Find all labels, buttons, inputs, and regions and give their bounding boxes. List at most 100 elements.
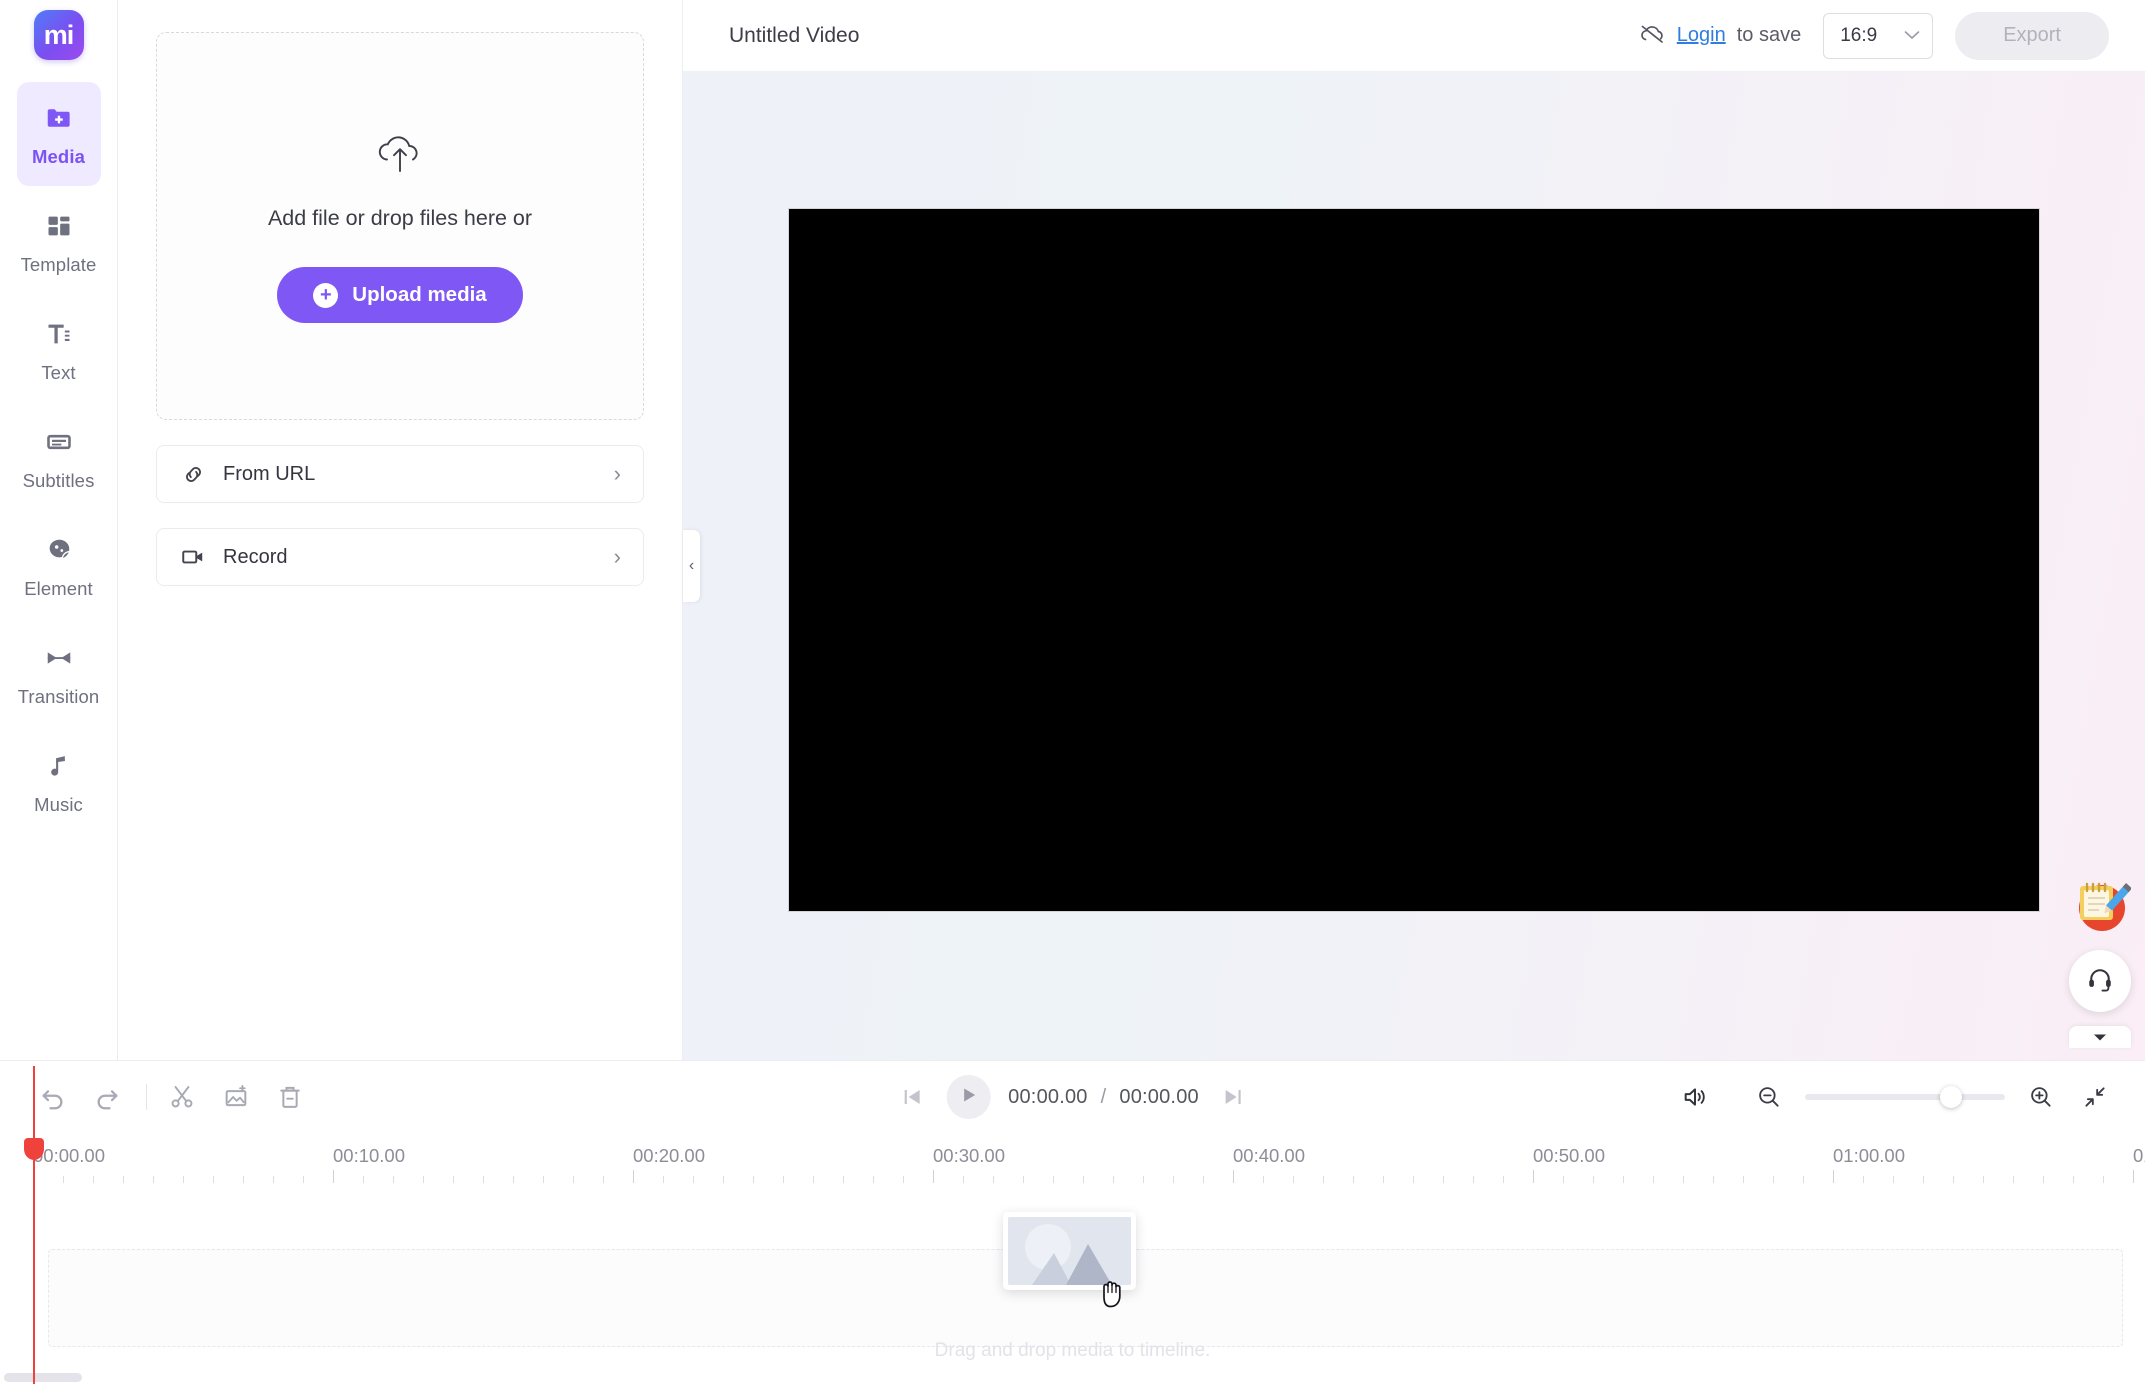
total-time: 00:00.00 [1119, 1085, 1199, 1108]
video-preview-canvas[interactable] [789, 209, 2039, 911]
ruler-tick [1233, 1170, 1234, 1183]
add-image-icon[interactable] [215, 1076, 257, 1118]
ruler-tick [1593, 1176, 1594, 1183]
current-time: 00:00.00 [1008, 1085, 1088, 1108]
from-url-row[interactable]: From URL › [156, 445, 644, 503]
ruler-tick [963, 1176, 964, 1183]
sidebar-item-template[interactable]: Template [17, 190, 101, 294]
ruler-label: 00:50.00 [1533, 1145, 1606, 1166]
project-title[interactable]: Untitled Video [729, 24, 859, 48]
ruler-tick [513, 1176, 514, 1183]
delete-trash-icon[interactable] [269, 1076, 311, 1118]
ruler-tick [1563, 1176, 1564, 1183]
ruler-tick [1173, 1176, 1174, 1183]
sidebar-item-subtitles[interactable]: Subtitles [17, 406, 101, 510]
time-separator: / [1100, 1085, 1107, 1108]
zoom-slider-handle[interactable] [1940, 1086, 1962, 1108]
upload-media-label: Upload media [352, 283, 487, 306]
sidebar-item-transition[interactable]: Transition [17, 622, 101, 726]
timeline-ruler[interactable]: 00:00.00 00:10.00 00:20.00 00:30.00 00:40.00… [0, 1133, 2145, 1191]
music-note-icon [42, 749, 76, 783]
aspect-ratio-select[interactable]: 16:9 [1823, 12, 1934, 59]
ruler-tick [1653, 1176, 1654, 1183]
sidebar-item-music[interactable]: Music [17, 730, 101, 834]
folder-plus-icon [42, 101, 76, 135]
record-row[interactable]: Record › [156, 528, 644, 586]
aspect-ratio-value: 16:9 [1840, 24, 1878, 46]
grab-hand-cursor [1097, 1275, 1127, 1316]
panel-collapse-handle[interactable]: ‹ [683, 530, 700, 602]
ruler-tick [2103, 1176, 2104, 1183]
ruler-tick [603, 1176, 604, 1183]
dropzone-text: Add file or drop files here or [267, 206, 533, 230]
ruler-tick [543, 1176, 544, 1183]
ruler-tick [363, 1176, 364, 1183]
link-icon [179, 462, 207, 487]
upload-media-button[interactable]: + Upload media [277, 267, 523, 323]
sidebar-item-media[interactable]: Media [16, 82, 101, 186]
panel-collapse-down-button[interactable] [2069, 1026, 2131, 1048]
play-button[interactable] [946, 1075, 991, 1119]
undo-icon[interactable] [32, 1076, 74, 1118]
ruler-tick [483, 1176, 484, 1183]
ruler-label: 00:30.00 [933, 1145, 1006, 1166]
timeline-right-tools [1675, 1077, 2113, 1117]
preview-stage: ‹ [683, 72, 2145, 1060]
toolbar-divider [146, 1084, 147, 1110]
app-logo-text: mi [43, 19, 74, 50]
timeline-horizontal-scrollbar[interactable] [0, 1372, 2145, 1384]
ruler-tick [903, 1176, 904, 1183]
sidebar-item-label: Template [20, 253, 97, 275]
sidebar-item-text[interactable]: Text [17, 298, 101, 402]
subtitles-icon [42, 425, 76, 459]
chevron-down-icon [2093, 1030, 2107, 1045]
ruler-tick [1443, 1176, 1444, 1183]
ruler-tick [813, 1176, 814, 1183]
ruler-tick [573, 1176, 574, 1183]
zoom-out-icon[interactable] [1751, 1079, 1787, 1115]
skip-to-end-icon[interactable] [1217, 1080, 1251, 1114]
fit-collapse-icon[interactable] [2077, 1079, 2113, 1115]
ruler-tick [1473, 1176, 1474, 1183]
from-url-label: From URL [223, 462, 316, 485]
ruler-tick [663, 1176, 664, 1183]
ruler-tick [1023, 1176, 1024, 1183]
ruler-tick [1293, 1176, 1294, 1183]
ruler-tick [843, 1176, 844, 1183]
login-suffix-text: to save [1736, 24, 1802, 46]
ruler-tick [1743, 1176, 1744, 1183]
ruler-label: 00:00.00 [33, 1145, 106, 1166]
skip-to-start-icon[interactable] [894, 1080, 928, 1114]
sidebar-item-element[interactable]: Element [17, 514, 101, 618]
ruler-label: 00:10.00 [333, 1145, 406, 1166]
video-editor-app: mi Media Template Text Subtitles Element… [0, 0, 2145, 1384]
ruler-tick [1953, 1176, 1954, 1183]
export-button[interactable]: Export [1955, 11, 2109, 60]
sidebar-item-label: Subtitles [22, 469, 95, 491]
support-headset-button[interactable] [2069, 950, 2131, 1012]
volume-icon[interactable] [1675, 1077, 1715, 1117]
playback-controls: 00:00.00 / 00:00.00 [894, 1075, 1251, 1119]
zoom-slider[interactable] [1805, 1086, 2005, 1108]
ruler-label: 01:10.00 [2133, 1145, 2145, 1166]
template-grid-icon [42, 209, 76, 243]
sidebar-item-label: Element [24, 577, 93, 599]
chevron-down-icon [1904, 27, 1920, 44]
file-dropzone[interactable]: Add file or drop files here or + Upload … [156, 32, 644, 420]
ruler-tick [1053, 1176, 1054, 1183]
sidebar-rail: mi Media Template Text Subtitles Element… [0, 0, 118, 1060]
redo-icon[interactable] [86, 1076, 128, 1118]
scrollbar-thumb[interactable] [4, 1373, 82, 1382]
login-link[interactable]: Login [1677, 24, 1726, 47]
transition-icon [42, 641, 76, 675]
ruler-tick [783, 1176, 784, 1183]
video-camera-icon [179, 544, 207, 570]
ruler-tick [63, 1176, 64, 1183]
zoom-in-icon[interactable] [2023, 1079, 2059, 1115]
ruler-tick [1383, 1176, 1384, 1183]
ruler-tick [1923, 1176, 1924, 1183]
ruler-tick [753, 1176, 754, 1183]
notepad-pencil-icon[interactable] [2069, 874, 2133, 936]
split-scissors-icon[interactable] [161, 1076, 203, 1118]
app-logo[interactable]: mi [33, 10, 84, 60]
